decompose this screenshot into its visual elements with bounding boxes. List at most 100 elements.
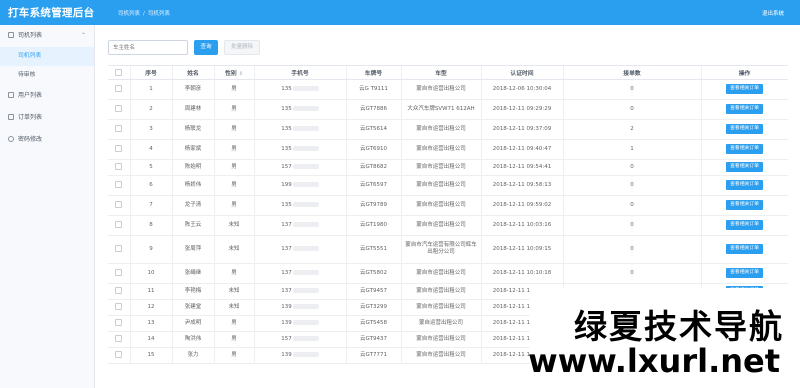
view-orders-button[interactable]: 查看相关订单: [726, 104, 763, 114]
cell-model: 蒙自市运营出租公司: [401, 139, 482, 160]
row-select-cell: [108, 263, 131, 284]
breadcrumb-separator: /: [143, 11, 145, 17]
chevron-up-icon: ⌃: [80, 32, 86, 39]
cell-phone-text: 135: [281, 105, 292, 112]
sidebar-item-orders[interactable]: 订单列表: [0, 107, 94, 129]
table-row[interactable]: 7 龙子清 男 135 云GT9789 蒙自市运营出租公司 2018-12-11 09:59…: [108, 195, 788, 216]
cell-gender-text: 男: [231, 85, 237, 92]
column-header-gender[interactable]: 性别 ⇕: [214, 66, 255, 80]
table-row[interactable]: 5 陈始明 男 157 云GT8682 蒙自市运营出租公司 2018-12-11 09:54…: [108, 159, 788, 176]
cell-orders: 0: [563, 99, 702, 120]
logout-link[interactable]: 退出系统: [762, 9, 784, 17]
redacted-digits: [292, 145, 319, 151]
cell-action: 查看相关订单: [701, 195, 788, 216]
cell-model: 蒙自市运营出租公司: [401, 331, 482, 348]
view-orders-button[interactable]: 查看相关订单: [726, 124, 763, 134]
sidebar-item-driver-list[interactable]: 司机列表: [0, 47, 94, 66]
column-header: 操作: [701, 66, 788, 80]
cell-no-text: 7: [149, 201, 153, 208]
view-orders-button[interactable]: 查看相关订单: [726, 144, 763, 154]
table-row[interactable]: 8 陈王云 未知 137 云GT1980 蒙自市运营出租公司 2018-12-11 10:0…: [108, 215, 788, 236]
row-checkbox[interactable]: [115, 335, 123, 342]
select-all-checkbox[interactable]: [115, 68, 123, 76]
sidebar-item-pending-review[interactable]: 待审核: [0, 66, 94, 85]
cell-gender: 男: [214, 331, 255, 348]
cell-phone-text: 139: [281, 303, 292, 310]
row-checkbox[interactable]: [115, 303, 123, 310]
cell-gender-text: 男: [231, 335, 237, 342]
row-checkbox[interactable]: [115, 287, 123, 294]
cell-name: 杨娇伟: [172, 175, 215, 196]
query-button[interactable]: 查询: [194, 40, 218, 55]
table-row[interactable]: 6 杨娇伟 男 199 云GT6597 蒙自市运营出租公司 2018-12-11 09:58…: [108, 175, 788, 196]
sidebar-item-users[interactable]: 用户列表: [0, 85, 94, 107]
cell-time-text: 2018-12-11 10:10:18: [492, 269, 552, 276]
table-row[interactable]: 3 杨联龙 男 135 云GT5614 蒙自市运营出租公司 2018-12-11 09:37…: [108, 119, 788, 140]
cell-no: 8: [130, 215, 173, 236]
cell-plate: 云GT3299: [346, 299, 402, 316]
cell-gender-text: 男: [231, 125, 237, 132]
cell-phone: 157: [254, 331, 347, 348]
sidebar-item-password[interactable]: 密码修改: [0, 129, 94, 151]
cell-orders-text: 0: [630, 105, 634, 112]
row-select-cell: [108, 175, 131, 196]
cell-no: 1: [130, 79, 173, 100]
sidebar-item-label: 订单列表: [18, 114, 43, 121]
column-header: 认证时间: [481, 66, 564, 80]
row-checkbox[interactable]: [115, 221, 123, 228]
row-checkbox[interactable]: [115, 201, 123, 208]
cell-phone: 139: [254, 299, 347, 316]
view-orders-button[interactable]: 查看相关订单: [726, 244, 763, 254]
row-checkbox[interactable]: [115, 125, 123, 132]
batch-delete-button[interactable]: 批量删除: [224, 40, 260, 55]
breadcrumb-item[interactable]: 司机列表: [118, 11, 140, 17]
cell-plate-text: 云GT3299: [360, 303, 387, 310]
view-orders-button[interactable]: 查看相关订单: [726, 84, 763, 94]
row-checkbox[interactable]: [115, 319, 123, 326]
cell-gender: 未知: [214, 235, 255, 264]
cell-orders: 0: [563, 159, 702, 176]
cell-orders: 0: [563, 235, 702, 264]
table-row[interactable]: 1 李朝彦 男 135 云G T9111 蒙自市运营出租公司 2018-12-06 10:3…: [108, 79, 788, 100]
cell-no-text: 1: [149, 85, 153, 92]
view-orders-button[interactable]: 查看相关订单: [726, 200, 763, 210]
cell-phone-text: 137: [281, 245, 292, 252]
sort-icon[interactable]: ⇕: [239, 71, 243, 77]
table-row[interactable]: 9 张周萍 未知 137 云GT5551 蒙自市汽车运营有限公司辉车出租分公司 2018-1…: [108, 235, 788, 264]
cell-no: 5: [130, 159, 173, 176]
table-header-row: 序号 姓名 性别 ⇕ 手机号 车牌号 车型 认证时间 接单数 操作: [108, 66, 788, 80]
row-checkbox[interactable]: [115, 181, 123, 188]
row-checkbox[interactable]: [115, 269, 123, 276]
cell-model: 蒙自市运营出租公司: [401, 195, 482, 216]
row-select-cell: [108, 315, 131, 332]
search-input[interactable]: [108, 40, 188, 55]
row-checkbox[interactable]: [115, 163, 123, 170]
cell-time: 2018-12-11 10:10:18: [481, 263, 564, 284]
cell-gender: 男: [214, 263, 255, 284]
table-row[interactable]: 10 张绳继 男 137 云GT5802 蒙自市运营出租公司 2018-12-11 10:1…: [108, 263, 788, 284]
table-row[interactable]: 4 杨家斌 男 135 云GT6910 蒙自市运营出租公司 2018-12-11 09:40…: [108, 139, 788, 160]
grid-icon: [8, 114, 14, 120]
cell-gender-text: 未知: [228, 221, 240, 228]
view-orders-button[interactable]: 查看相关订单: [726, 220, 763, 230]
cell-time: 2018-12-11 09:29:29: [481, 99, 564, 120]
cell-name-text: 张建堂: [184, 303, 202, 310]
cell-orders: 0: [563, 175, 702, 196]
cell-phone: 135: [254, 99, 347, 120]
row-checkbox[interactable]: [115, 145, 123, 152]
row-checkbox[interactable]: [115, 85, 123, 92]
cell-action: 查看相关订单: [701, 119, 788, 140]
view-orders-button[interactable]: 查看相关订单: [726, 162, 763, 172]
view-orders-button[interactable]: 查看相关订单: [726, 268, 763, 278]
cell-phone-text: 137: [281, 287, 292, 294]
row-checkbox[interactable]: [115, 351, 123, 358]
cell-plate-text: 云GT9437: [360, 335, 387, 342]
row-checkbox[interactable]: [115, 105, 123, 112]
row-checkbox[interactable]: [115, 245, 123, 252]
cell-gender-text: 未知: [228, 303, 240, 310]
table-row[interactable]: 2 周建林 男 135 云GT7886 大众汽车牌SVW71 612AH 2018-12-1…: [108, 99, 788, 120]
cell-action: 查看相关订单: [701, 263, 788, 284]
sidebar-group-drivers[interactable]: 司机列表 ⌃: [0, 25, 94, 47]
cell-phone: 135: [254, 139, 347, 160]
view-orders-button[interactable]: 查看相关订单: [726, 180, 763, 190]
